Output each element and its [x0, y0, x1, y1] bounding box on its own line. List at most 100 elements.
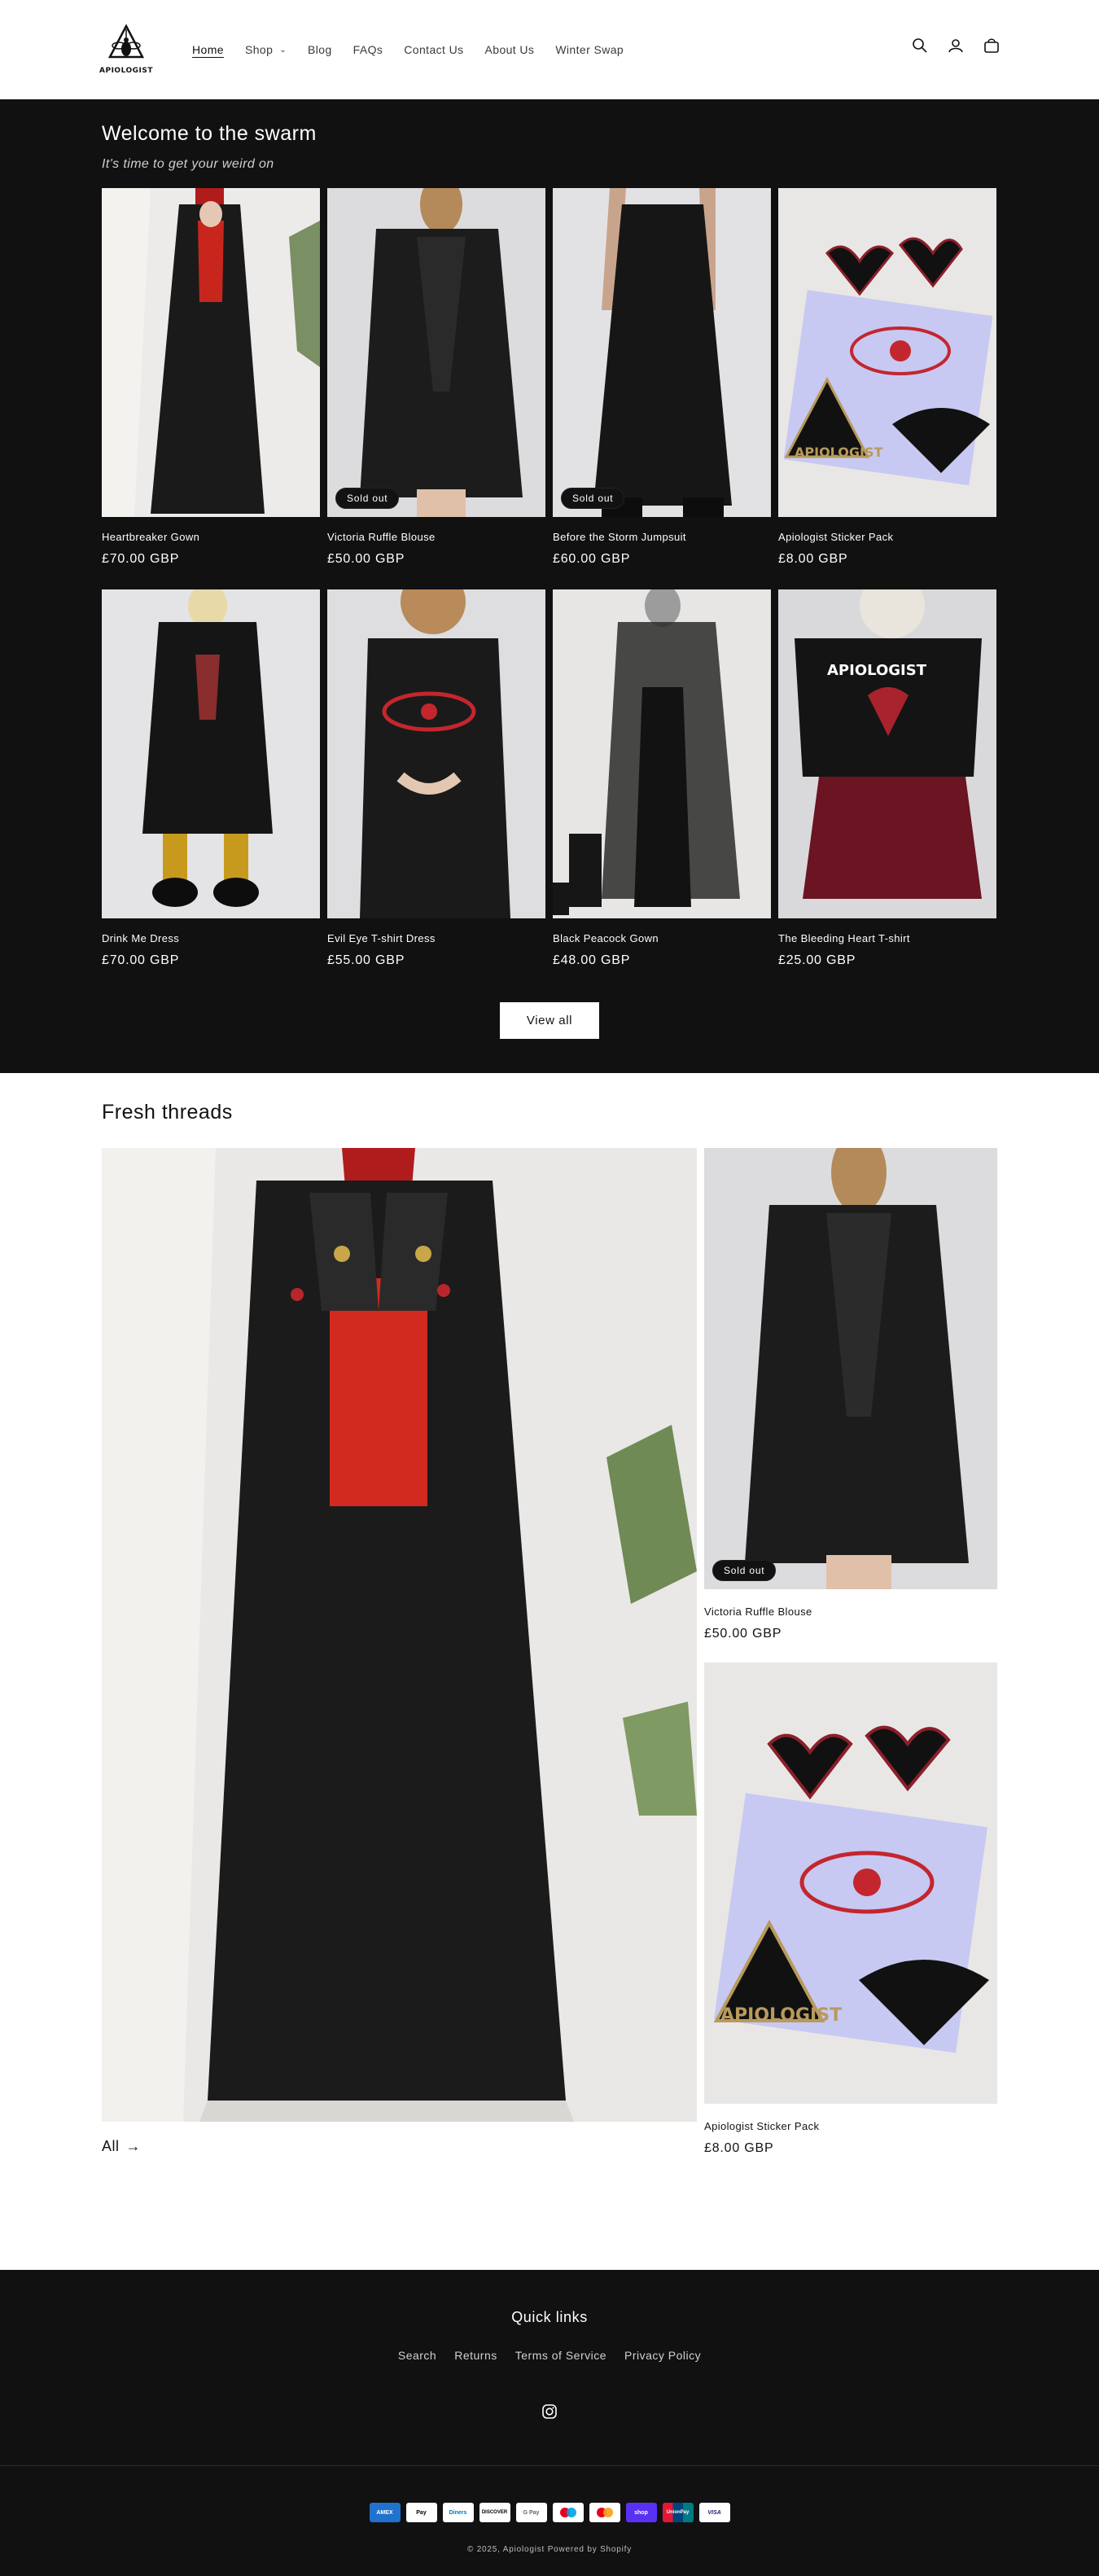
- nav-winter-swap[interactable]: Winter Swap: [545, 43, 634, 56]
- maestro-icon: [552, 2503, 584, 2522]
- product-price: £60.00 GBP: [553, 552, 631, 566]
- sold-out-badge: Sold out: [712, 1560, 777, 1581]
- instagram-icon[interactable]: [542, 2404, 557, 2423]
- fresh-title: Fresh threads: [102, 1101, 233, 1124]
- product-price: £70.00 GBP: [102, 552, 180, 566]
- product-title[interactable]: Evil Eye T-shirt Dress: [327, 932, 545, 944]
- product-price: £48.00 GBP: [553, 953, 631, 967]
- product-image[interactable]: [102, 188, 320, 517]
- svg-text:APIOLOGIST: APIOLOGIST: [795, 445, 883, 460]
- featured-title: Welcome to the swarm: [102, 122, 317, 145]
- copyright: © 2025, Apiologist Powered by Shopify: [466, 2545, 633, 2554]
- svg-text:APIOLOGIST: APIOLOGIST: [827, 662, 927, 679]
- apple-pay-icon: Pay: [405, 2503, 437, 2522]
- google-pay-icon: G Pay: [515, 2503, 547, 2522]
- view-all-link[interactable]: All →: [102, 2138, 697, 2155]
- product-image[interactable]: Sold out: [327, 188, 545, 517]
- product-card[interactable]: Sold out Victoria Ruffle Blouse £50.00 G…: [327, 188, 545, 589]
- nav-home[interactable]: Home: [182, 43, 234, 56]
- product-image[interactable]: Sold out: [553, 188, 771, 517]
- product-price: £55.00 GBP: [327, 953, 405, 967]
- search-icon[interactable]: [910, 36, 930, 55]
- product-card[interactable]: Drink Me Dress £70.00 GBP: [102, 589, 320, 991]
- collection-image[interactable]: [102, 1148, 697, 2122]
- product-card[interactable]: Heartbreaker Gown £70.00 GBP: [102, 188, 320, 589]
- featured-collection: Welcome to the swarm It's time to get yo…: [0, 99, 1099, 1073]
- fresh-layout: All → Sold out Victoria Ruffle Blouse £5…: [102, 1148, 997, 2177]
- product-title[interactable]: The Bleeding Heart T-shirt: [778, 932, 996, 944]
- product-price: £25.00 GBP: [778, 953, 856, 967]
- product-grid: Heartbreaker Gown £70.00 GBP Sold out Vi…: [102, 188, 997, 991]
- product-card[interactable]: APIOLOGIST The Bleeding Heart T-shirt £2…: [778, 589, 996, 991]
- svg-text:APIOLOGIST: APIOLOGIST: [720, 2005, 842, 2026]
- quick-links: Search Returns Terms of Service Privacy …: [0, 2349, 1099, 2362]
- mastercard-icon: [589, 2503, 620, 2522]
- product-image[interactable]: Sold out: [704, 1148, 997, 1589]
- nav-about[interactable]: About Us: [475, 43, 545, 56]
- nav-shop[interactable]: Shop ⌄: [234, 43, 297, 56]
- product-title[interactable]: Before the Storm Jumpsuit: [553, 531, 771, 543]
- site-header: APIOLOGIST Home Shop ⌄ Blog FAQs Contact…: [0, 0, 1099, 99]
- unionpay-icon: UnionPay: [662, 2503, 694, 2522]
- product-image[interactable]: APIOLOGIST: [704, 1663, 997, 2104]
- product-title[interactable]: Heartbreaker Gown: [102, 531, 320, 543]
- product-title[interactable]: Apiologist Sticker Pack: [778, 531, 996, 543]
- footer-link-search[interactable]: Search: [398, 2349, 436, 2362]
- nav-contact[interactable]: Contact Us: [393, 43, 474, 56]
- footer-link-terms[interactable]: Terms of Service: [515, 2349, 606, 2362]
- site-footer: Quick links Search Returns Terms of Serv…: [0, 2270, 1099, 2576]
- product-image[interactable]: [102, 589, 320, 918]
- nav-shop-label: Shop: [244, 43, 274, 56]
- payment-methods: AMEX Pay Diners DISCOVER G Pay shop Unio…: [0, 2503, 1099, 2522]
- footer-link-returns[interactable]: Returns: [454, 2349, 497, 2362]
- product-image[interactable]: APIOLOGIST: [778, 589, 996, 918]
- product-price: £70.00 GBP: [102, 953, 180, 967]
- product-image[interactable]: [327, 589, 545, 918]
- product-card[interactable]: Sold out Victoria Ruffle Blouse £50.00 G…: [704, 1148, 997, 1663]
- bee-triangle-icon: [107, 24, 145, 59]
- product-image[interactable]: APIOLOGIST: [778, 188, 996, 517]
- amex-icon: AMEX: [369, 2503, 401, 2522]
- product-card[interactable]: APIOLOGIST Apiologist Sticker Pack £8.00…: [704, 1663, 997, 2177]
- product-price: £50.00 GBP: [327, 552, 405, 566]
- featured-subtitle: It's time to get your weird on: [102, 157, 274, 171]
- product-price: £8.00 GBP: [778, 552, 848, 566]
- view-all-button[interactable]: View all: [500, 1002, 599, 1039]
- header-icons: [910, 36, 1001, 55]
- account-icon[interactable]: [946, 36, 965, 55]
- collection-feature: All →: [102, 1148, 697, 2177]
- footer-link-privacy[interactable]: Privacy Policy: [624, 2349, 701, 2362]
- nav-blog[interactable]: Blog: [297, 43, 343, 56]
- main-nav: Home Shop ⌄ Blog FAQs Contact Us About U…: [182, 43, 634, 56]
- nav-faqs[interactable]: FAQs: [343, 43, 394, 56]
- product-card[interactable]: Sold out Before the Storm Jumpsuit £60.0…: [553, 188, 771, 589]
- product-price: £50.00 GBP: [704, 1627, 782, 1641]
- product-card[interactable]: Evil Eye T-shirt Dress £55.00 GBP: [327, 589, 545, 991]
- logo[interactable]: APIOLOGIST: [99, 22, 153, 77]
- all-link-label: All: [102, 2138, 120, 2154]
- product-price: £8.00 GBP: [704, 2141, 774, 2155]
- product-title[interactable]: Victoria Ruffle Blouse: [704, 1606, 997, 1618]
- collection-side-products: Sold out Victoria Ruffle Blouse £50.00 G…: [704, 1148, 997, 2177]
- product-title[interactable]: Black Peacock Gown: [553, 932, 771, 944]
- product-card[interactable]: Black Peacock Gown £48.00 GBP: [553, 589, 771, 991]
- sold-out-badge: Sold out: [561, 488, 625, 509]
- quick-links-title: Quick links: [511, 2309, 588, 2325]
- social-links: [0, 2404, 1099, 2423]
- product-image[interactable]: [553, 589, 771, 918]
- footer-divider: [0, 2465, 1099, 2466]
- sold-out-badge: Sold out: [335, 488, 400, 509]
- fresh-threads-collection: Fresh threads All → Sold out Victoria Ru…: [0, 1073, 1099, 2270]
- product-title[interactable]: Apiologist Sticker Pack: [704, 2120, 997, 2132]
- visa-icon: VISA: [698, 2503, 730, 2522]
- cart-icon[interactable]: [982, 36, 1001, 55]
- discover-icon: DISCOVER: [479, 2503, 510, 2522]
- diners-club-icon: Diners: [442, 2503, 474, 2522]
- logo-text: APIOLOGIST: [99, 67, 153, 75]
- arrow-right-icon: →: [125, 2138, 142, 2154]
- product-card[interactable]: APIOLOGIST Apiologist Sticker Pack £8.00…: [778, 188, 996, 589]
- product-title[interactable]: Drink Me Dress: [102, 932, 320, 944]
- product-title[interactable]: Victoria Ruffle Blouse: [327, 531, 545, 543]
- chevron-down-icon: ⌄: [279, 45, 287, 55]
- shop-pay-icon: shop: [625, 2503, 657, 2522]
